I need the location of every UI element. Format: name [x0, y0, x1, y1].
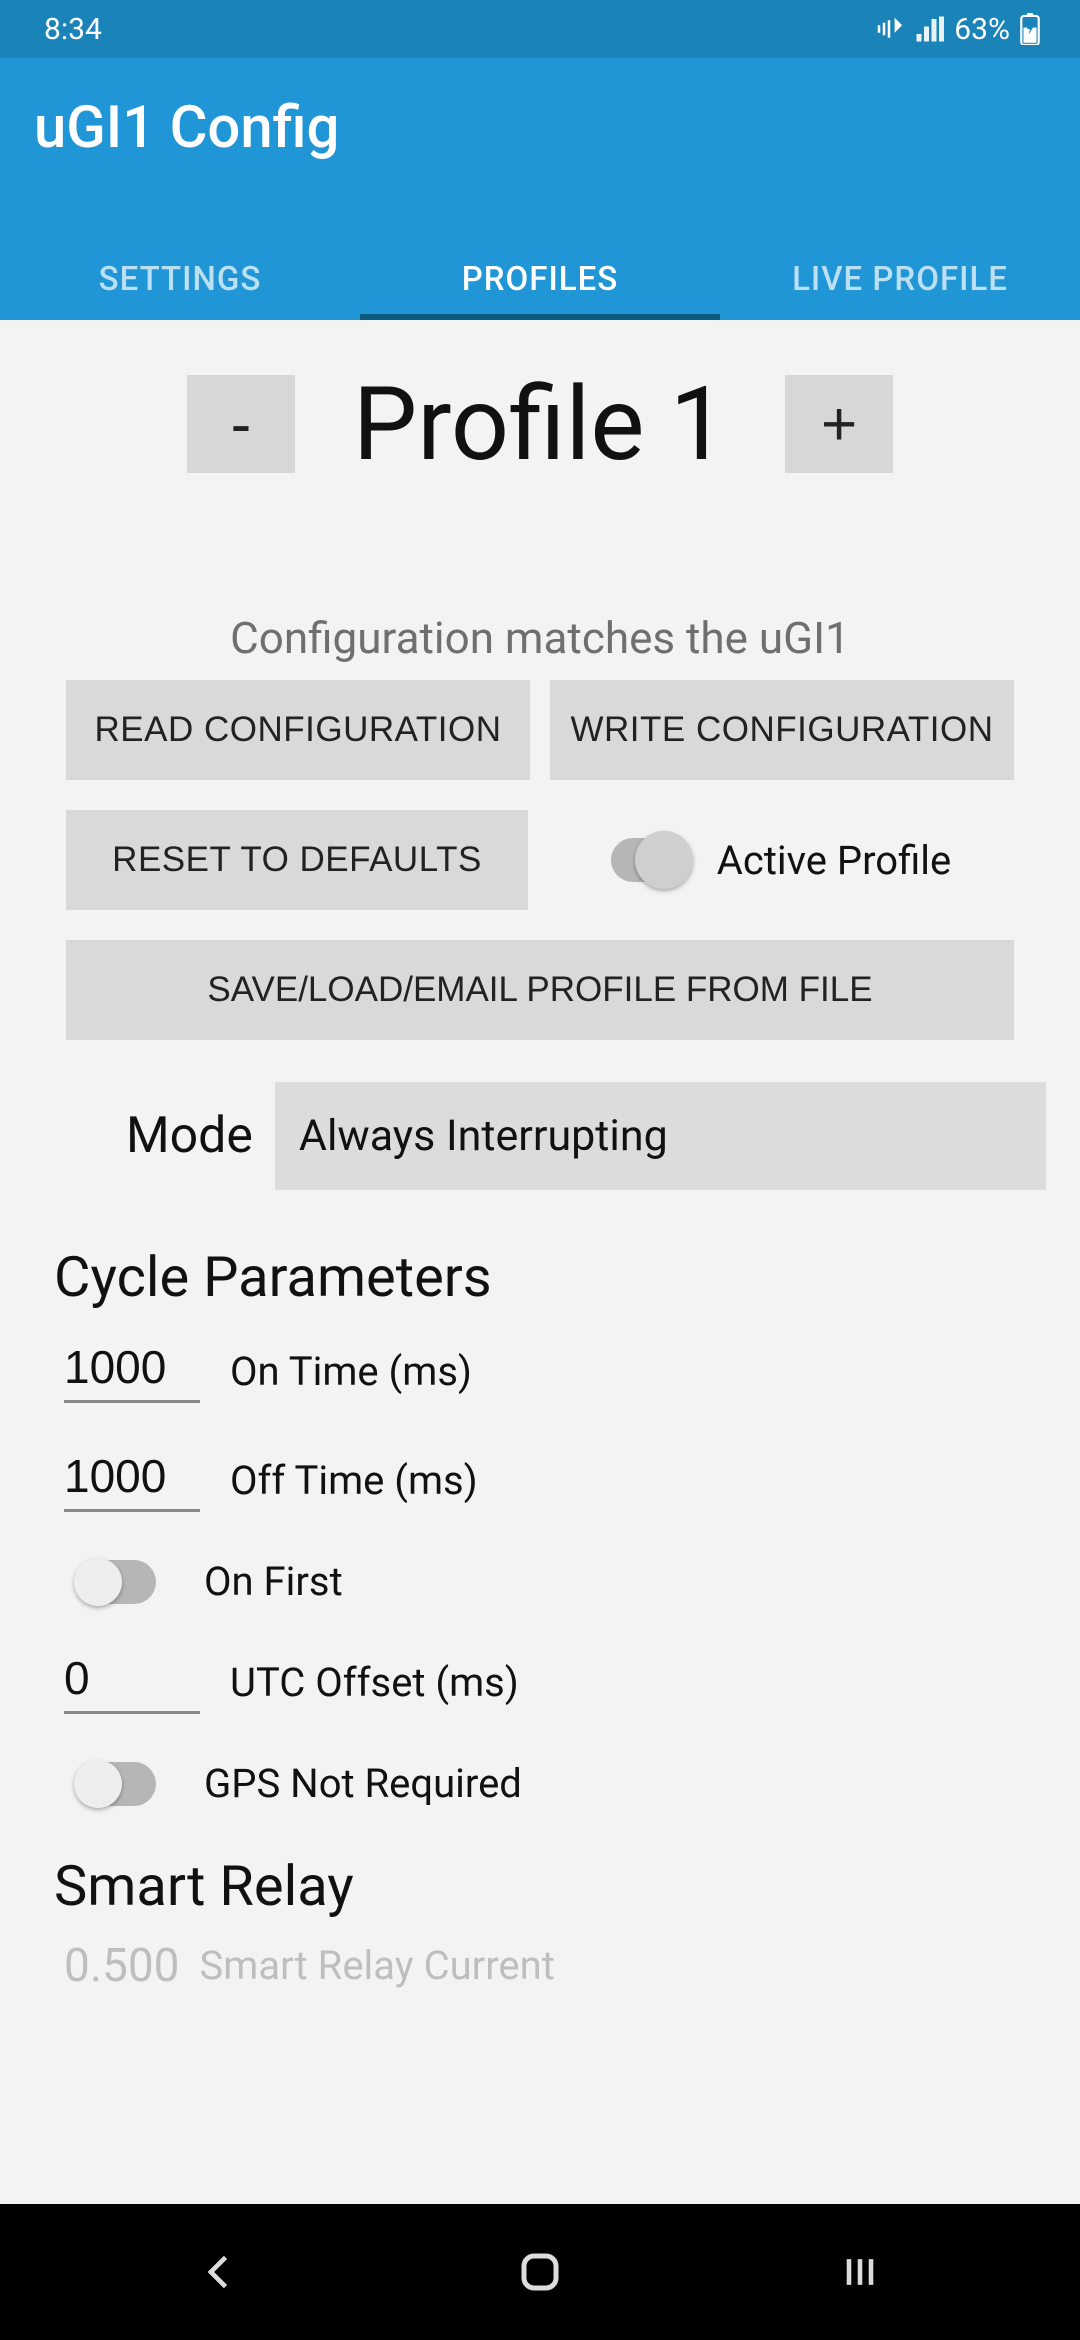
android-nav-bar — [0, 2204, 1080, 2340]
off-time-input[interactable] — [64, 1449, 200, 1512]
nav-home-button[interactable] — [440, 2248, 640, 2296]
mode-label: Mode — [126, 1107, 253, 1165]
signal-icon — [914, 14, 944, 44]
reset-defaults-button[interactable]: RESET TO DEFAULTS — [66, 810, 528, 910]
gps-row: GPS Not Required — [0, 1760, 1080, 1807]
profile-prev-button[interactable]: - — [187, 375, 295, 473]
gps-label: GPS Not Required — [204, 1760, 522, 1807]
utc-offset-row: UTC Offset (ms) — [0, 1651, 1080, 1714]
active-profile-label: Active Profile — [717, 837, 951, 884]
nav-back-button[interactable] — [120, 2250, 320, 2294]
status-bar: 8:34 63% — [0, 0, 1080, 58]
profile-next-button[interactable]: + — [785, 375, 893, 473]
on-time-input[interactable] — [64, 1340, 200, 1403]
profile-name: Profile 1 — [353, 364, 727, 484]
on-first-row: On First — [0, 1558, 1080, 1605]
config-match-text: Configuration matches the uGI1 — [0, 612, 1080, 664]
app-title: uGI1 Config — [34, 58, 1046, 162]
tab-bar: SETTINGS PROFILES LIVE PROFILE — [0, 238, 1080, 320]
config-button-row: READ CONFIGURATION WRITE CONFIGURATION — [0, 680, 1080, 780]
app-bar: uGI1 Config — [0, 58, 1080, 238]
cycle-parameters-title: Cycle Parameters — [0, 1244, 1080, 1310]
nav-recent-button[interactable] — [760, 2250, 960, 2294]
smart-relay-title: Smart Relay — [0, 1853, 1080, 1919]
smart-relay-current-value: 0.500 — [64, 1939, 180, 1993]
on-first-label: On First — [204, 1558, 343, 1605]
status-time: 8:34 — [44, 12, 102, 47]
on-time-label: On Time (ms) — [230, 1348, 472, 1403]
profile-selector: - Profile 1 + — [0, 320, 1080, 494]
active-profile-switch[interactable] — [611, 838, 691, 882]
tab-live-profile[interactable]: LIVE PROFILE — [720, 238, 1080, 320]
gps-switch[interactable] — [76, 1762, 156, 1806]
write-config-button[interactable]: WRITE CONFIGURATION — [550, 680, 1014, 780]
utc-offset-label: UTC Offset (ms) — [230, 1659, 519, 1714]
mode-value: Always Interrupting — [299, 1111, 668, 1161]
tab-settings[interactable]: SETTINGS — [0, 238, 360, 320]
battery-percent: 63% — [954, 12, 1010, 47]
status-right: 63% — [874, 12, 1040, 47]
mode-row: Mode Always Interrupting — [0, 1082, 1080, 1190]
smart-relay-current-row: 0.500 Smart Relay Current — [0, 1939, 1080, 1993]
read-config-button[interactable]: READ CONFIGURATION — [66, 680, 530, 780]
off-time-label: Off Time (ms) — [230, 1457, 478, 1512]
vibrate-icon — [874, 14, 904, 44]
active-profile-wrap: Active Profile — [548, 837, 1014, 884]
reset-active-row: RESET TO DEFAULTS Active Profile — [0, 810, 1080, 910]
off-time-row: Off Time (ms) — [0, 1449, 1080, 1512]
save-load-email-button[interactable]: SAVE/LOAD/EMAIL PROFILE FROM FILE — [66, 940, 1014, 1040]
smart-relay-current-label: Smart Relay Current — [200, 1942, 555, 1993]
tab-profiles[interactable]: PROFILES — [360, 238, 720, 320]
on-first-switch[interactable] — [76, 1560, 156, 1604]
content-area: - Profile 1 + Configuration matches the … — [0, 320, 1080, 2204]
on-time-row: On Time (ms) — [0, 1340, 1080, 1403]
mode-select[interactable]: Always Interrupting — [275, 1082, 1046, 1190]
utc-offset-input[interactable] — [64, 1651, 200, 1714]
battery-icon — [1020, 13, 1040, 45]
